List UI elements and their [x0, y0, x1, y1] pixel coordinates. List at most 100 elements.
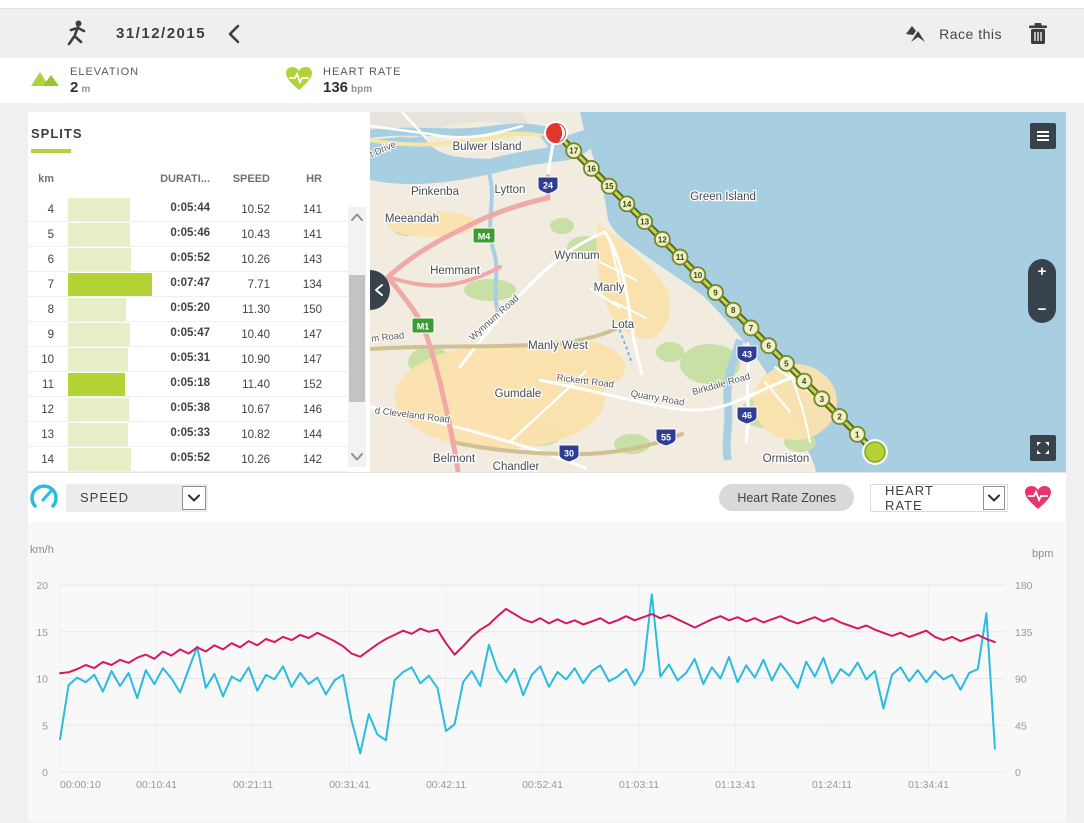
splits-row[interactable]: 80:05:2011.30150	[28, 297, 348, 322]
route-map[interactable]: Bulwer IslandPinkenbaMeeandahLyttonHemma…	[370, 112, 1066, 472]
split-speed: 10.90	[210, 354, 270, 366]
map-shield: M4	[473, 228, 495, 243]
split-speed: 10.67	[210, 404, 270, 416]
y-left-tick-label: 0	[42, 767, 48, 779]
y-right-tick-label: 90	[1015, 674, 1027, 686]
delete-session-button[interactable]	[1028, 22, 1048, 46]
svg-text:2: 2	[837, 413, 842, 422]
time-series-chart[interactable]: 00:00:1000:10:4100:21:1100:31:4100:42:11…	[28, 522, 1066, 822]
y-left-tick-label: 10	[36, 674, 48, 686]
chart-controls: SPEED Heart Rate Zones HEART RATE	[28, 472, 1066, 522]
split-duration: 0:05:47	[170, 327, 210, 339]
splits-table-header: km DURATI... SPEED HR	[28, 173, 348, 195]
map-place-label: Hemmant	[430, 265, 481, 277]
map-fullscreen-button[interactable]	[1030, 435, 1056, 461]
race-this-label: Race this	[939, 26, 1002, 42]
elevation-icon	[30, 66, 60, 88]
splits-panel: SPLITS km DURATI... SPEED HR 40:05:4410.…	[28, 112, 370, 472]
right-metric-select[interactable]: HEART RATE	[870, 484, 1008, 512]
right-metric-chevron	[983, 486, 1005, 510]
svg-text:13: 13	[640, 218, 649, 227]
svg-text:15: 15	[605, 182, 614, 191]
col-hr[interactable]: HR	[270, 173, 322, 195]
splits-row[interactable]: 50:05:4610.43141	[28, 222, 348, 247]
map-place-label: Ormiston	[763, 453, 810, 465]
svg-text:5: 5	[784, 359, 789, 368]
split-duration-bar	[68, 423, 128, 446]
svg-text:7: 7	[749, 324, 754, 333]
y-right-tick-label: 135	[1015, 627, 1033, 639]
svg-text:10: 10	[693, 271, 702, 280]
split-km: 10	[28, 354, 54, 366]
map-layers-menu-button[interactable]	[1030, 123, 1056, 149]
split-duration: 0:05:52	[170, 452, 210, 464]
race-this-button[interactable]: Race this	[903, 22, 1002, 46]
split-duration: 0:05:44	[170, 202, 210, 214]
map-place-label: Gumdale	[495, 388, 542, 400]
activity-analysis-page: 31/12/2015 Race this	[0, 0, 1084, 823]
x-axis-tick-label: 00:00:10	[60, 779, 101, 791]
x-axis-tick-label: 00:10:41	[136, 779, 177, 791]
x-axis-tick-label: 00:21:11	[233, 779, 273, 791]
split-duration: 0:05:18	[170, 377, 210, 389]
splits-row[interactable]: 90:05:4710.40147	[28, 322, 348, 347]
col-duration[interactable]: DURATI...	[54, 173, 210, 195]
route-km-marker: 7	[743, 320, 758, 335]
split-duration-bar	[68, 273, 152, 296]
scroll-up-button[interactable]	[348, 207, 366, 227]
svg-text:30: 30	[564, 449, 574, 459]
route-km-marker: 12	[655, 232, 670, 247]
splits-row[interactable]: 130:05:3310.82144	[28, 422, 348, 447]
split-km: 12	[28, 404, 54, 416]
x-axis-tick-label: 01:13:41	[715, 779, 756, 791]
map-place-label: Manly West	[528, 340, 589, 352]
split-hr: 141	[270, 204, 322, 216]
y-right-tick-label: 45	[1015, 720, 1027, 732]
heart-rate-pink-icon	[1024, 485, 1052, 511]
route-km-marker: 8	[726, 303, 741, 318]
splits-row[interactable]: 70:07:477.71134	[28, 272, 348, 297]
map-shield: 46	[737, 407, 757, 424]
split-duration: 0:05:38	[170, 402, 210, 414]
splits-tab-underline	[31, 149, 71, 153]
split-duration-bar	[68, 373, 125, 396]
splits-row[interactable]: 140:05:5210.26142	[28, 447, 348, 472]
splits-row[interactable]: 110:05:1811.40152	[28, 372, 348, 397]
split-speed: 10.82	[210, 429, 270, 441]
map-place-label: Pinkenba	[411, 186, 460, 198]
route-km-marker: 17	[566, 143, 581, 158]
tab-splits[interactable]: SPLITS	[31, 126, 83, 141]
x-axis-tick-label: 00:42:11	[426, 779, 466, 791]
map-zoom-out-button[interactable]: −	[1038, 303, 1047, 317]
scrollbar-thumb[interactable]	[349, 275, 365, 402]
route-km-marker: 2	[832, 409, 847, 424]
map-shield: 43	[737, 346, 757, 363]
map-shield: 55	[656, 429, 676, 446]
map-place-label: Lota	[612, 319, 635, 331]
splits-row[interactable]: 60:05:5210.26143	[28, 247, 348, 272]
map-place-label: Green Island	[690, 191, 756, 203]
route-km-marker: 3	[814, 391, 829, 406]
route-finish-marker	[544, 121, 568, 145]
route-km-marker: 13	[637, 214, 652, 229]
splits-row[interactable]: 100:05:3110.90147	[28, 347, 348, 372]
toolbar: 31/12/2015 Race this	[0, 9, 1084, 58]
left-metric-select[interactable]: SPEED	[66, 484, 208, 512]
splits-scrollbar[interactable]	[348, 207, 366, 467]
split-hr: 146	[270, 404, 322, 416]
route-km-marker: 11	[673, 250, 688, 265]
elevation-unit: m	[81, 84, 90, 95]
scroll-down-button[interactable]	[348, 447, 366, 467]
right-metric-value: HEART RATE	[871, 483, 983, 513]
previous-session-button[interactable]	[226, 24, 242, 44]
heart-rate-zones-button[interactable]: Heart Rate Zones	[719, 484, 854, 511]
svg-text:12: 12	[658, 235, 667, 244]
map-zoom-in-button[interactable]: +	[1038, 265, 1047, 279]
series-speed	[60, 594, 995, 753]
splits-row[interactable]: 40:05:4410.52141	[28, 197, 348, 222]
route-km-marker: 1	[850, 427, 865, 442]
col-speed[interactable]: SPEED	[210, 173, 270, 195]
split-km: 13	[28, 429, 54, 441]
x-axis-tick-label: 01:03:11	[619, 779, 659, 791]
splits-row[interactable]: 12 0:05:3810.67146	[28, 397, 348, 422]
